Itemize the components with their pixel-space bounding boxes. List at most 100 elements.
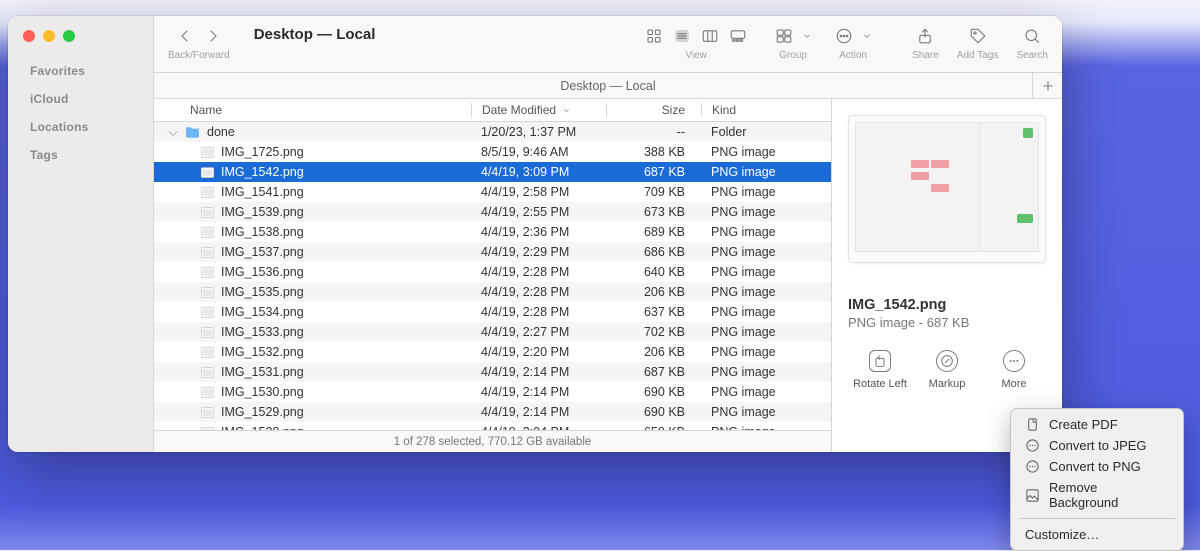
preview-filename: IMG_1542.png: [848, 297, 1046, 313]
file-row[interactable]: IMG_1533.png4/4/19, 2:27 PM702 KBPNG ima…: [154, 322, 831, 342]
row-name: IMG_1531.png: [221, 365, 304, 379]
tags-label: Add Tags: [957, 50, 999, 61]
menu-item[interactable]: Convert to PNG: [1011, 456, 1183, 477]
file-row[interactable]: IMG_1725.png8/5/19, 9:46 AM388 KBPNG ima…: [154, 142, 831, 162]
menu-item[interactable]: Convert to JPEG: [1011, 435, 1183, 456]
icon-view-icon[interactable]: [644, 27, 664, 45]
share-icon[interactable]: [915, 27, 935, 45]
more-label: More: [1001, 378, 1026, 390]
share-group: Share: [912, 24, 939, 61]
row-date: 4/4/19, 2:29 PM: [471, 245, 606, 259]
menu-item[interactable]: Create PDF: [1011, 414, 1183, 435]
preview-actions: Rotate Left Markup More: [848, 350, 1046, 390]
gallery-view-icon[interactable]: [728, 27, 748, 45]
rotate-left-icon: [872, 353, 888, 369]
sidebar-section-tags[interactable]: Tags: [8, 134, 153, 162]
sort-caret-icon: [562, 106, 571, 115]
action-icon[interactable]: [834, 27, 854, 45]
file-row[interactable]: IMG_1531.png4/4/19, 2:14 PM687 KBPNG ima…: [154, 362, 831, 382]
file-row[interactable]: IMG_1528.png4/4/19, 2:04 PM650 KBPNG ima…: [154, 422, 831, 430]
chevron-down-icon[interactable]: [862, 28, 872, 44]
column-name[interactable]: Name: [154, 103, 471, 117]
search-icon[interactable]: [1022, 27, 1042, 45]
row-name: IMG_1534.png: [221, 305, 304, 319]
file-row[interactable]: IMG_1532.png4/4/19, 2:20 PM206 KBPNG ima…: [154, 342, 831, 362]
finder-window: Favorites iCloud Locations Tags Back/For…: [8, 16, 1062, 452]
new-tab-button[interactable]: [1032, 73, 1062, 98]
file-row[interactable]: IMG_1536.png4/4/19, 2:28 PM640 KBPNG ima…: [154, 262, 831, 282]
row-size: --: [606, 125, 701, 139]
row-size: 673 KB: [606, 205, 701, 219]
row-kind: PNG image: [701, 385, 831, 399]
action-label: Action: [839, 50, 867, 61]
preview-thumbnail[interactable]: [848, 115, 1046, 263]
disclosure-triangle-icon[interactable]: ⌵: [168, 125, 178, 140]
column-size[interactable]: Size: [606, 103, 701, 117]
minimize-window-button[interactable]: [43, 30, 55, 42]
file-row[interactable]: IMG_1530.png4/4/19, 2:14 PM690 KBPNG ima…: [154, 382, 831, 402]
file-row[interactable]: IMG_1538.png4/4/19, 2:36 PM689 KBPNG ima…: [154, 222, 831, 242]
row-date: 4/4/19, 2:58 PM: [471, 185, 606, 199]
row-kind: PNG image: [701, 365, 831, 379]
row-name: IMG_1535.png: [221, 285, 304, 299]
file-row[interactable]: IMG_1535.png4/4/19, 2:28 PM206 KBPNG ima…: [154, 282, 831, 302]
file-row[interactable]: IMG_1542.png4/4/19, 3:09 PM687 KBPNG ima…: [154, 162, 831, 182]
row-kind: PNG image: [701, 345, 831, 359]
row-date: 4/4/19, 2:14 PM: [471, 405, 606, 419]
file-row[interactable]: IMG_1529.png4/4/19, 2:14 PM690 KBPNG ima…: [154, 402, 831, 422]
row-size: 388 KB: [606, 145, 701, 159]
row-kind: PNG image: [701, 285, 831, 299]
column-view-icon[interactable]: [700, 27, 720, 45]
forward-icon[interactable]: [203, 27, 223, 45]
group-label: Group: [779, 50, 807, 61]
share-label: Share: [912, 50, 939, 61]
main-area: Back/Forward Desktop — Local View Grou: [154, 16, 1062, 452]
sidebar-section-favorites[interactable]: Favorites: [8, 50, 153, 78]
row-kind: PNG image: [701, 185, 831, 199]
zoom-window-button[interactable]: [63, 30, 75, 42]
window-title: Desktop — Local: [254, 26, 376, 43]
row-size: 687 KB: [606, 365, 701, 379]
file-row[interactable]: IMG_1534.png4/4/19, 2:28 PM637 KBPNG ima…: [154, 302, 831, 322]
file-row[interactable]: IMG_1539.png4/4/19, 2:55 PM673 KBPNG ima…: [154, 202, 831, 222]
menu-item[interactable]: Remove Background: [1011, 477, 1183, 513]
row-name: IMG_1537.png: [221, 245, 304, 259]
row-date: 4/4/19, 2:36 PM: [471, 225, 606, 239]
status-bar: 1 of 278 selected, 770.12 GB available: [154, 430, 831, 452]
view-label: View: [685, 50, 707, 61]
row-size: 687 KB: [606, 165, 701, 179]
markup-label: Markup: [929, 378, 966, 390]
row-name: IMG_1538.png: [221, 225, 304, 239]
row-kind: PNG image: [701, 245, 831, 259]
rows-container[interactable]: ⌵done1/20/23, 1:37 PM--FolderIMG_1725.pn…: [154, 122, 831, 430]
tag-icon[interactable]: [968, 27, 988, 45]
row-name: IMG_1533.png: [221, 325, 304, 339]
file-row[interactable]: IMG_1541.png4/4/19, 2:58 PM709 KBPNG ima…: [154, 182, 831, 202]
sidebar-section-locations[interactable]: Locations: [8, 106, 153, 134]
markup-button[interactable]: Markup: [915, 350, 979, 390]
rotate-left-button[interactable]: Rotate Left: [848, 350, 912, 390]
column-kind[interactable]: Kind: [701, 103, 831, 117]
chevron-down-icon[interactable]: [802, 28, 812, 44]
file-row[interactable]: IMG_1537.png4/4/19, 2:29 PM686 KBPNG ima…: [154, 242, 831, 262]
quick-actions-menu: Create PDFConvert to JPEGConvert to PNG R…: [1010, 408, 1184, 551]
folder-row[interactable]: ⌵done1/20/23, 1:37 PM--Folder: [154, 122, 831, 142]
close-window-button[interactable]: [23, 30, 35, 42]
group-icon[interactable]: [774, 27, 794, 45]
menu-customize[interactable]: Customize…: [1011, 524, 1183, 545]
column-date-modified[interactable]: Date Modified: [471, 103, 606, 117]
path-bar: Desktop — Local: [154, 73, 1062, 99]
row-date: 1/20/23, 1:37 PM: [471, 125, 606, 139]
more-actions-button[interactable]: More: [982, 350, 1046, 390]
sidebar-section-icloud[interactable]: iCloud: [8, 78, 153, 106]
column-header: Name Date Modified Size Kind: [154, 99, 831, 122]
file-listing: Name Date Modified Size Kind ⌵done1/20/2…: [154, 99, 832, 452]
sidebar: Favorites iCloud Locations Tags: [8, 16, 154, 452]
path-text[interactable]: Desktop — Local: [560, 79, 655, 93]
row-date: 4/4/19, 2:27 PM: [471, 325, 606, 339]
row-size: 206 KB: [606, 345, 701, 359]
list-view-icon[interactable]: [672, 27, 692, 45]
menu-item-label: Remove Background: [1049, 480, 1169, 510]
row-size: 689 KB: [606, 225, 701, 239]
back-icon[interactable]: [175, 27, 195, 45]
